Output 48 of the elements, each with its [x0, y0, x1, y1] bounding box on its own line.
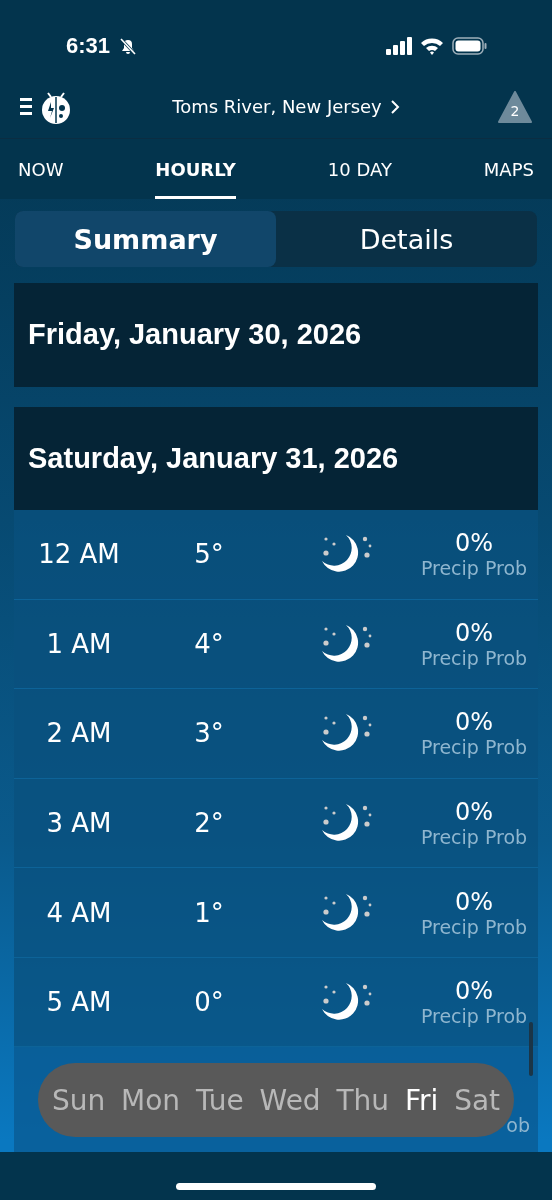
precip-label: Precip Prob [420, 826, 528, 848]
temperature: 0° [193, 987, 225, 1018]
hour-time: 1 AM [45, 628, 113, 659]
location-selector[interactable]: Toms River, New Jersey [172, 96, 400, 117]
nav-tab[interactable]: NOW [18, 139, 64, 199]
day-option[interactable]: Mon [121, 1083, 181, 1117]
hour-time: 2 AM [45, 718, 113, 749]
status-time: 6:31 [66, 32, 111, 59]
temperature: 5° [193, 539, 225, 570]
temperature: 1° [193, 897, 225, 928]
hour-time: 3 AM [45, 808, 113, 838]
nav-tab[interactable]: 10 DAY [327, 139, 392, 199]
precip-value: 0% [454, 708, 494, 737]
day-header: Saturday, January 31, 2026 [14, 406, 538, 510]
precip-label: Precip Prob [420, 1005, 528, 1028]
precip-label: ob [506, 1114, 530, 1137]
precip-label: Precip Prob [420, 915, 528, 938]
precip-label: Precip Prob [420, 557, 528, 580]
segment-button[interactable]: Details [276, 211, 537, 267]
day-option[interactable]: Fri [404, 1083, 439, 1117]
battery-icon [452, 36, 488, 55]
precip-value: 0% [454, 977, 494, 1006]
temperature: 2° [193, 808, 225, 838]
hour-time: 12 AM [37, 539, 121, 570]
day-option[interactable]: Tue [195, 1083, 244, 1117]
segment-button[interactable]: Summary [15, 211, 276, 267]
hour-time: 4 AM [45, 897, 113, 928]
day-option[interactable]: Wed [259, 1083, 321, 1117]
nav-tab[interactable]: MAPS [483, 139, 534, 199]
precip-value: 0% [454, 887, 494, 916]
day-header: Friday, January 30, 2026 [14, 283, 538, 387]
precip-value: 0% [454, 798, 494, 826]
precip-value: 0% [454, 618, 494, 647]
day-option[interactable]: Sun [51, 1083, 106, 1117]
nav-tab[interactable]: HOURLY [155, 139, 236, 199]
temperature: 3° [193, 718, 225, 749]
chevron-right-icon [389, 98, 400, 115]
precip-value: 0% [454, 529, 494, 558]
alert-badge[interactable]: 2 [498, 90, 532, 123]
wifi-icon [420, 36, 444, 55]
scroll-indicator [529, 1022, 533, 1076]
day-option[interactable]: Thu [336, 1083, 390, 1117]
signal-icon [386, 36, 412, 55]
hour-time: 5 AM [45, 987, 113, 1018]
temperature: 4° [193, 628, 225, 659]
precip-label: Precip Prob [420, 646, 528, 669]
precip-label: Precip Prob [420, 736, 528, 759]
day-option[interactable]: Sat [454, 1083, 501, 1117]
